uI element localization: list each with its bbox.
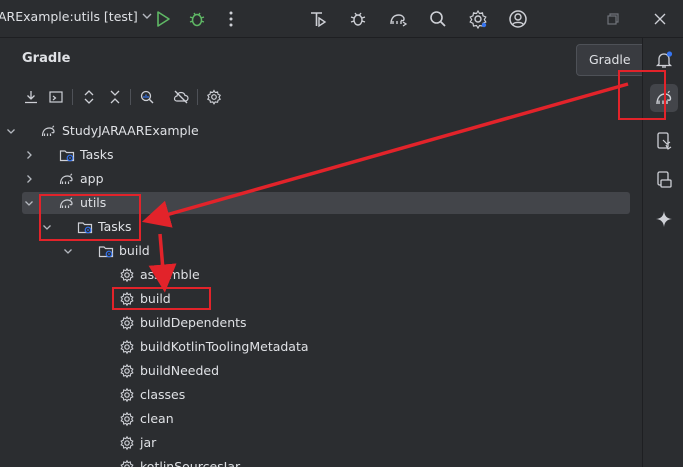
tree-row[interactable]: Tasks (0, 216, 630, 238)
vertical-scrollbar[interactable] (633, 78, 639, 458)
tree-row-label: buildDependents (140, 315, 247, 330)
tree-row-label: utils (80, 195, 107, 210)
tooltip: Gradle (576, 44, 646, 76)
coverage-icon[interactable] (307, 8, 329, 30)
title-bar: ARExample:utils [test] (0, 0, 683, 38)
device-manager-icon[interactable] (650, 127, 678, 155)
debug-icon[interactable] (186, 8, 208, 30)
tree-row[interactable]: assemble (0, 264, 630, 286)
tree-row[interactable]: kotlinSourcesJar (0, 456, 630, 467)
tasks-folder-icon (59, 147, 75, 163)
tree-row[interactable]: classes (0, 384, 630, 406)
chevron-down-icon[interactable] (5, 125, 17, 137)
run-configuration-selector[interactable]: ARExample:utils [test] (0, 9, 152, 24)
gradle-tool-window: Gradle StudyJARAARExample Tasks app utils Ta… (0, 38, 642, 467)
tree-row-label: buildKotlinToolingMetadata (140, 339, 309, 354)
task-gear-icon (119, 267, 135, 283)
tooltip-text: Gradle (589, 52, 631, 67)
gradle-elephant-icon (59, 171, 75, 187)
panel-title: Gradle (22, 51, 71, 66)
task-gear-icon (119, 435, 135, 451)
tree-row[interactable]: buildKotlinToolingMetadata (0, 336, 630, 358)
offline-icon[interactable] (172, 88, 190, 106)
tree-row-label: Tasks (98, 219, 132, 234)
tree-row-label: jar (140, 435, 157, 450)
task-gear-icon (119, 363, 135, 379)
tree-row-label: classes (140, 387, 186, 402)
gradle-sync-icon[interactable] (387, 8, 409, 30)
chevron-right-icon[interactable] (23, 173, 35, 185)
chevron-down-icon[interactable] (62, 245, 74, 257)
tree-row-label: Tasks (80, 147, 114, 162)
more-vert-icon[interactable] (220, 8, 242, 30)
task-gear-icon (119, 411, 135, 427)
collapse-all-icon[interactable] (106, 88, 124, 106)
tasks-folder-icon (77, 219, 93, 235)
tree-row-label: buildNeeded (140, 363, 220, 378)
toolbar-separator (72, 89, 73, 105)
search-icon[interactable] (427, 8, 449, 30)
tree-row-label: assemble (140, 267, 200, 282)
task-gear-icon (119, 315, 135, 331)
task-gear-icon (119, 339, 135, 355)
tree-row[interactable]: buildDependents (0, 312, 630, 334)
tasks-folder-icon (98, 243, 114, 259)
task-gear-icon (119, 291, 135, 307)
tree-row-label: StudyJARAARExample (62, 123, 199, 138)
tree-row[interactable]: utils (22, 192, 630, 214)
tree-row-label: clean (140, 411, 174, 426)
close-window-icon[interactable] (649, 8, 671, 30)
right-tool-strip (642, 38, 683, 467)
tree-row[interactable]: buildNeeded (0, 360, 630, 382)
chevron-down-icon (142, 9, 152, 24)
chevron-down-icon[interactable] (23, 197, 35, 209)
tree-row[interactable]: StudyJARAARExample (0, 120, 630, 142)
tree-row[interactable]: clean (0, 408, 630, 430)
tree-row-label: build (140, 291, 171, 306)
tree-row-label: kotlinSourcesJar (140, 459, 241, 467)
download-icon[interactable] (22, 88, 40, 106)
gradle-elephant-icon (59, 195, 75, 211)
run-tasks-icon[interactable] (47, 88, 65, 106)
toolbar-separator (197, 89, 198, 105)
tree-row[interactable]: app (0, 168, 630, 190)
expand-all-icon[interactable] (80, 88, 98, 106)
tree-row-label: build (119, 243, 150, 258)
gemini-icon[interactable] (650, 205, 678, 233)
settings-icon[interactable] (467, 8, 489, 30)
gradle-elephant-icon (41, 123, 57, 139)
running-devices-icon[interactable] (650, 166, 678, 194)
gradle-settings-icon[interactable] (205, 88, 223, 106)
tree-row[interactable]: Tasks (0, 144, 630, 166)
tree-row[interactable]: build (0, 240, 630, 262)
notifications-icon[interactable] (650, 46, 678, 74)
run-icon[interactable] (152, 8, 174, 30)
tree-row[interactable]: build (0, 288, 630, 310)
account-icon[interactable] (507, 8, 529, 30)
tree-row-label: app (80, 171, 104, 186)
toolbar-separator (130, 89, 131, 105)
analyze-icon[interactable] (138, 88, 156, 106)
chevron-right-icon[interactable] (23, 149, 35, 161)
chevron-down-icon[interactable] (41, 221, 53, 233)
gradle-icon[interactable] (650, 84, 678, 112)
restore-window-icon[interactable] (602, 8, 624, 30)
task-gear-icon (119, 387, 135, 403)
run-configuration-label: ARExample:utils [test] (0, 9, 138, 24)
bug-icon[interactable] (347, 8, 369, 30)
tree-row[interactable]: jar (0, 432, 630, 454)
task-gear-icon (119, 459, 135, 467)
